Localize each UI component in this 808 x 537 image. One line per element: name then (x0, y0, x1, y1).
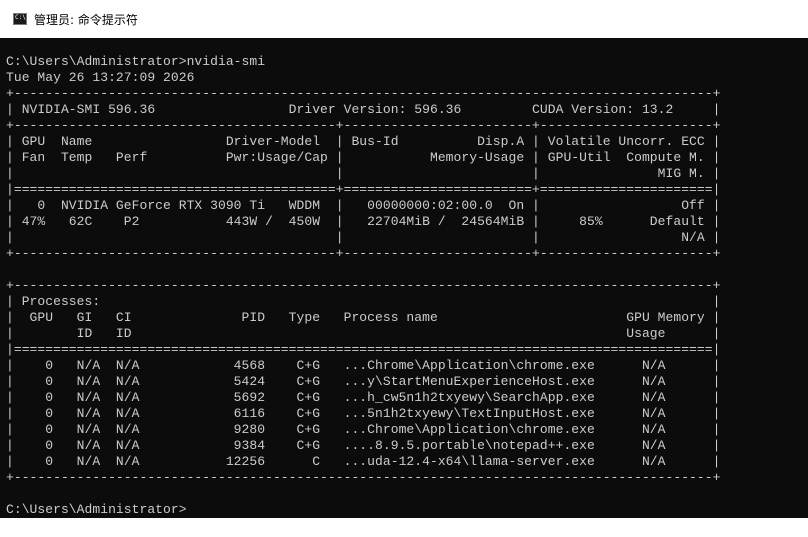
table-border: +---------------------------------------… (6, 118, 721, 133)
window-title: 管理员: 命令提示符 (34, 12, 138, 27)
gpu-header-line: | GPU Name Driver-Model | Bus-Id Disp.A … (6, 134, 721, 149)
prompt-line[interactable]: C:\Users\Administrator> (6, 502, 720, 518)
table-border: +---------------------------------------… (6, 86, 721, 101)
process-row: | 0 N/A N/A 9280 C+G ...Chrome\Applicati… (6, 422, 721, 437)
command-line: C:\Users\Administrator>nvidia-smi (6, 54, 266, 69)
process-row: | 0 N/A N/A 5424 C+G ...y\StartMenuExper… (6, 374, 721, 389)
console-text: C:\Users\Administrator>nvidia-smi Tue May… (6, 54, 720, 518)
timestamp-line: Tue May 26 13:27:09 2026 (6, 70, 195, 85)
table-border: +---------------------------------------… (6, 278, 721, 293)
prompt-text: C:\Users\Administrator> (6, 502, 187, 517)
process-row: | 0 N/A N/A 6116 C+G ...5n1h2txyewy\Text… (6, 406, 721, 421)
gpu-header-line: | | | MIG M. | (6, 166, 721, 181)
process-row: | 0 N/A N/A 12256 C ...uda-12.4-x64\llam… (6, 454, 721, 469)
cmd-icon-glyph: C:\ (15, 14, 26, 21)
gpu-row-line: | 47% 62C P2 443W / 450W | 22704MiB / 24… (6, 214, 721, 229)
table-border: +---------------------------------------… (6, 246, 721, 261)
processes-header-line: | ID ID Usage | (6, 326, 721, 341)
processes-title-line: | Processes: | (6, 294, 721, 309)
window-titlebar[interactable]: C:\ 管理员: 命令提示符 (0, 0, 808, 38)
gpu-header-line: | Fan Temp Perf Pwr:Usage/Cap | Memory-U… (6, 150, 721, 165)
table-border: +---------------------------------------… (6, 470, 721, 485)
version-line: | NVIDIA-SMI 596.36 Driver Version: 596.… (6, 102, 721, 117)
table-separator: |=======================================… (6, 342, 721, 357)
processes-header-line: | GPU GI CI PID Type Process name GPU Me… (6, 310, 721, 325)
console-output[interactable]: C:\Users\Administrator>nvidia-smi Tue May… (0, 38, 808, 518)
gpu-row-line: | | | N/A | (6, 230, 721, 245)
process-row: | 0 N/A N/A 4568 C+G ...Chrome\Applicati… (6, 358, 721, 373)
gpu-row-line: | 0 NVIDIA GeForce RTX 3090 Ti WDDM | 00… (6, 198, 721, 213)
table-separator: |=======================================… (6, 182, 721, 197)
window-bottom-strip (0, 518, 808, 537)
process-row: | 0 N/A N/A 5692 C+G ...h_cw5n1h2txyewy\… (6, 390, 721, 405)
cmd-icon: C:\ (13, 13, 27, 25)
process-row: | 0 N/A N/A 9384 C+G ....8.9.5.portable\… (6, 438, 721, 453)
